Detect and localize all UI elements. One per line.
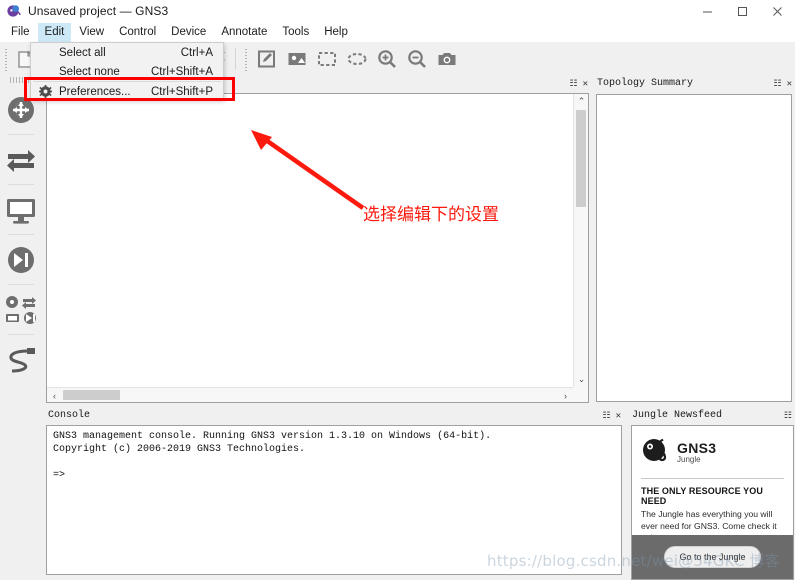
scroll-up-arrow[interactable]: ⌃ (574, 94, 588, 109)
toolbar-grip-2[interactable] (243, 46, 250, 71)
console-title: Console (48, 410, 91, 421)
csdn-watermark: https://blog.csdn.net/wei@54GKC 博客 (487, 552, 780, 570)
edit-dropdown-menu: Select all Ctrl+A Select none Ctrl+Shift… (30, 42, 224, 100)
select-none-label: Select none (59, 65, 120, 78)
newsfeed-titlebar: Jungle Newsfeed ☷ (628, 408, 795, 423)
preferences-label: Preferences... (59, 85, 131, 98)
newsfeed-brand-sub: Jungle (677, 455, 701, 464)
menu-file[interactable]: File (4, 23, 37, 42)
float-icon[interactable]: ☷ (570, 79, 578, 89)
newsfeed-brand: GNS3 Jungle (677, 441, 716, 464)
window-controls (690, 0, 795, 22)
console-panel-buttons: ☷ ✕ (603, 411, 625, 421)
select-all-label: Select all (59, 46, 106, 59)
menu-device[interactable]: Device (164, 23, 213, 42)
toolbar-separator-2 (235, 47, 236, 70)
menu-tools[interactable]: Tools (275, 23, 316, 42)
canvas-vertical-scrollbar[interactable]: ⌃ ⌄ (573, 94, 588, 387)
draw-ellipse-button[interactable] (342, 44, 372, 74)
zoom-in-button[interactable] (372, 44, 402, 74)
switches-button[interactable] (0, 135, 42, 184)
menu-bar: File Edit View Control Device Annotate T… (0, 22, 795, 42)
menu-annotate[interactable]: Annotate (214, 23, 274, 42)
close-icon[interactable]: ✕ (616, 411, 621, 421)
preferences-accel: Ctrl+Shift+P (151, 85, 213, 98)
newsfeed-divider (641, 478, 784, 479)
gns3-chameleon-icon (6, 3, 22, 19)
scroll-down-arrow[interactable]: ⌄ (574, 372, 588, 387)
draw-rectangle-button[interactable] (312, 44, 342, 74)
add-note-button[interactable] (252, 44, 282, 74)
minimize-button[interactable] (690, 0, 725, 22)
newsfeed-headline: THE ONLY RESOURCE YOU NEED (641, 486, 763, 506)
menu-edit[interactable]: Edit (37, 22, 72, 42)
newsfeed-title: Jungle Newsfeed (632, 410, 723, 421)
menu-view[interactable]: View (72, 23, 111, 42)
scroll-right-arrow[interactable]: › (558, 388, 573, 402)
topology-summary-title: Topology Summary (597, 78, 694, 89)
gns3-main-window: Unsaved project — GNS3 File Edit View Co… (0, 0, 795, 580)
end-devices-button[interactable] (0, 185, 42, 234)
scroll-left-arrow[interactable]: ‹ (47, 388, 62, 402)
annotation-arrow (251, 130, 365, 210)
topology-summary-buttons: ☷ ✕ (774, 79, 795, 89)
close-icon[interactable]: ✕ (787, 79, 792, 89)
zoom-out-button[interactable] (402, 44, 432, 74)
topology-summary-panel: Topology Summary ☷ ✕ (593, 76, 795, 406)
window-title: Unsaved project — GNS3 (28, 4, 169, 18)
screenshot-button[interactable] (432, 44, 462, 74)
horizontal-scroll-thumb[interactable] (63, 390, 120, 400)
newsfeed-brand-main: GNS3 (677, 440, 717, 456)
newsfeed-panel-buttons: ☷ (784, 411, 795, 421)
all-devices-button[interactable] (0, 285, 42, 334)
newsfeed-card: GNS3 Jungle THE ONLY RESOURCE YOU NEED T… (632, 426, 793, 548)
float-icon[interactable]: ☷ (603, 411, 611, 421)
gear-icon (31, 85, 59, 98)
canvas-horizontal-scrollbar[interactable]: ‹ › (47, 387, 573, 402)
topology-summary-titlebar: Topology Summary ☷ ✕ (593, 76, 795, 91)
menu-item-select-none[interactable]: Select none Ctrl+Shift+A (31, 62, 223, 81)
select-none-accel: Ctrl+Shift+A (151, 65, 213, 78)
menu-item-select-all[interactable]: Select all Ctrl+A (31, 43, 223, 62)
insert-image-button[interactable] (282, 44, 312, 74)
vertical-scroll-thumb[interactable] (576, 110, 586, 207)
close-button[interactable] (760, 0, 795, 22)
gns3-jungle-logo-icon (641, 436, 671, 469)
toolbar-grip[interactable] (3, 46, 10, 71)
device-toolbar (0, 75, 42, 405)
annotation-callout-text: 选择编辑下的设置 (363, 205, 499, 225)
title-bar: Unsaved project — GNS3 (0, 0, 795, 22)
menu-control[interactable]: Control (112, 23, 163, 42)
float-icon[interactable]: ☷ (784, 411, 792, 421)
menu-help[interactable]: Help (317, 23, 355, 42)
menu-item-preferences[interactable]: Preferences... Ctrl+Shift+P (31, 82, 223, 101)
close-icon[interactable]: ✕ (583, 79, 588, 89)
float-icon[interactable]: ☷ (774, 79, 782, 89)
canvas-panel-buttons: ☷ ✕ (570, 79, 592, 89)
security-devices-button[interactable] (0, 235, 42, 284)
console-titlebar: Console ☷ ✕ (44, 408, 624, 423)
topology-summary-list[interactable] (596, 94, 792, 402)
newsfeed-brand-row: GNS3 Jungle (641, 436, 784, 469)
scrollbar-corner (573, 387, 588, 402)
select-all-accel: Ctrl+A (180, 46, 213, 59)
device-toolbar-grip[interactable] (10, 77, 32, 83)
maximize-button[interactable] (725, 0, 760, 22)
add-link-button[interactable] (0, 335, 42, 384)
